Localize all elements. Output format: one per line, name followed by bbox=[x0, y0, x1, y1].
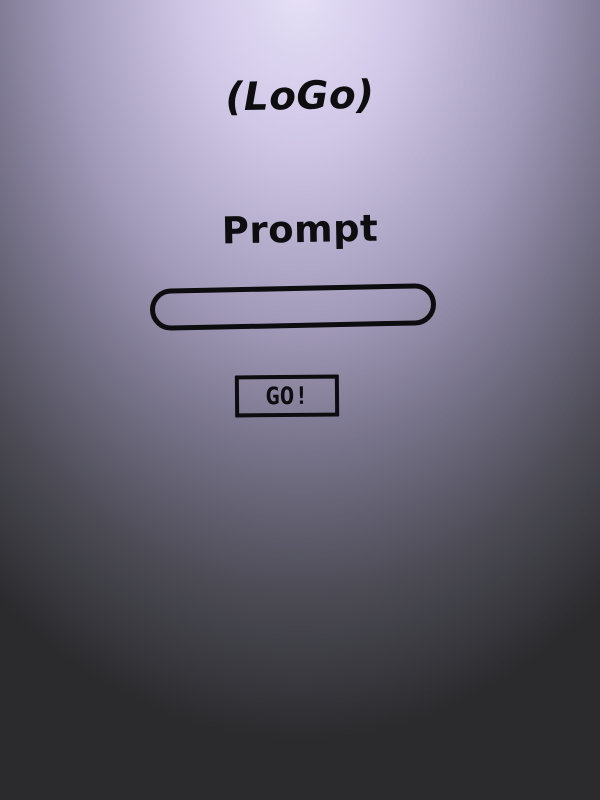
prompt-label: Prompt bbox=[221, 206, 379, 253]
prompt-input[interactable] bbox=[149, 283, 437, 331]
sketch-screen: (LoGo) Prompt GO! bbox=[0, 0, 600, 800]
go-button[interactable]: GO! bbox=[234, 374, 340, 418]
logo-placeholder: (LoGo) bbox=[225, 72, 375, 121]
